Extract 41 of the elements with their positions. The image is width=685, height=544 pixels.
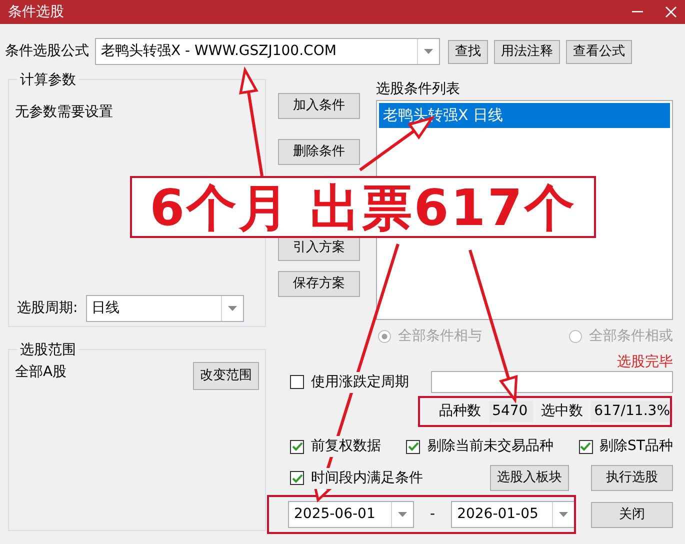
annotation-banner: 6个月 出票617个 [130,176,596,238]
date-to-dropdown[interactable]: 2026-01-05 [451,501,576,528]
status-text: 选股完毕 [616,353,673,371]
action-button[interactable]: 选股入板块 [490,465,569,491]
close-button[interactable]: 关闭 [591,502,673,528]
period-label: 选股周期: [17,299,78,318]
checkbox-label: 使用涨跌定周期 [311,372,409,392]
condition-button[interactable]: 删除条件 [278,139,360,165]
checkbox[interactable] [406,440,420,454]
checkbox[interactable] [578,440,593,454]
formula-button[interactable]: 查找 [448,40,488,64]
action-button[interactable]: 执行选股 [591,465,673,491]
caret-icon [424,49,433,54]
condition-button[interactable]: 加入条件 [278,93,360,119]
params-message: 无参数需要设置 [15,103,114,122]
radio-label: 全部条件相或 [589,327,673,346]
close-icon[interactable] [665,6,677,18]
stat-value: 617/11.3% [591,401,673,422]
minimize-icon[interactable] [632,11,643,13]
date-separator: - [430,505,436,524]
stat-value: 5470 [489,401,534,422]
caret-icon [398,512,407,517]
checkbox-label: 时间段内满足条件 [311,468,423,488]
formula-button[interactable]: 用法注释 [494,40,560,64]
window-title: 条件选股 [8,2,65,22]
checkbox[interactable] [290,375,304,389]
list-title: 选股条件列表 [376,80,461,99]
formula-label: 条件选股公式 [5,42,89,61]
formula-button[interactable]: 查看公式 [566,40,632,64]
change-scope-button[interactable]: 改变范围 [193,362,259,390]
checkbox[interactable] [290,471,304,485]
period-dropdown[interactable]: 日线 [86,295,244,322]
condition-button[interactable]: 保存方案 [278,271,360,297]
caret-icon [228,306,237,311]
checkbox[interactable] [290,440,304,454]
caret-icon [559,512,568,517]
stat-label: 选中数 [541,402,584,421]
stat-label: 品种数 [439,402,482,421]
scope-value: 全部A股 [15,363,67,382]
radio-label: 全部条件相与 [398,327,482,346]
checkbox-label: 前复权数据 [311,436,381,457]
